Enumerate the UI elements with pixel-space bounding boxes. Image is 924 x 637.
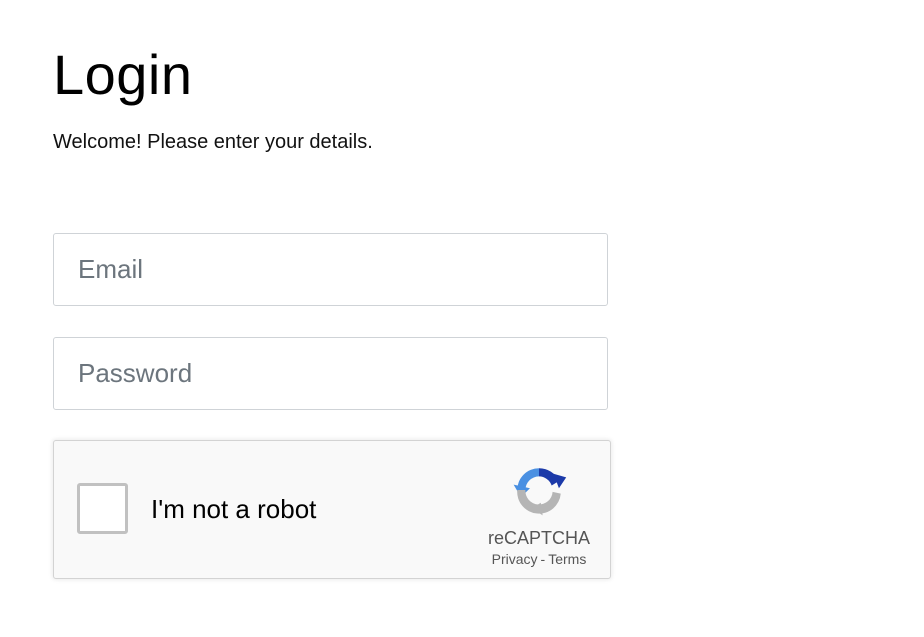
recaptcha-label: I'm not a robot	[151, 494, 317, 524]
recaptcha-links: Privacy - Terms	[469, 550, 609, 568]
password-field[interactable]	[53, 337, 608, 410]
link-separator: -	[540, 551, 546, 567]
email-field[interactable]	[53, 233, 608, 306]
recaptcha-brand: reCAPTCHA	[487, 528, 590, 548]
privacy-link[interactable]: Privacy	[492, 551, 538, 567]
recaptcha-widget: I'm not a robot reCAPTCHA Privacy - Terms	[53, 440, 611, 579]
recaptcha-checkbox[interactable]	[77, 483, 128, 534]
page-subtitle: Welcome! Please enter your details.	[53, 131, 373, 153]
recaptcha-logo-icon	[513, 468, 567, 516]
terms-link[interactable]: Terms	[548, 551, 586, 567]
page-title: Login	[53, 43, 193, 106]
login-form: Login Welcome! Please enter your details…	[53, 0, 613, 637]
